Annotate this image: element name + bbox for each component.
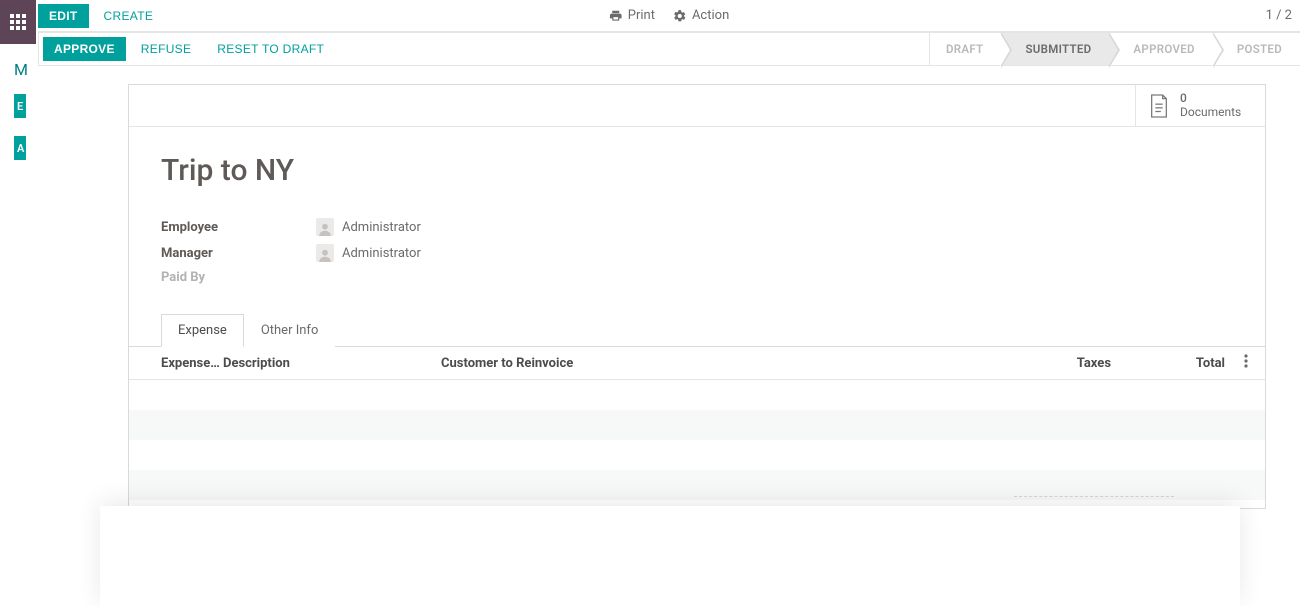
apps-grid-icon — [10, 14, 26, 30]
print-button[interactable]: Print — [609, 8, 655, 23]
status-draft[interactable]: DRAFT — [929, 33, 1001, 65]
record-title: Trip to NY — [161, 153, 1233, 188]
tab-bar: Expense Other Info — [129, 313, 1265, 347]
apps-launcher[interactable] — [0, 0, 36, 44]
refuse-button[interactable]: REFUSE — [130, 37, 202, 61]
col-total[interactable]: Total — [1111, 356, 1239, 371]
col-customer[interactable]: Customer to Reinvoice — [441, 356, 911, 371]
columns-menu[interactable] — [1239, 354, 1253, 372]
manager-label: Manager — [161, 246, 316, 261]
manager-value[interactable]: Administrator — [316, 244, 421, 262]
form-sheet: 0 Documents Trip to NY Employee Administ… — [128, 84, 1266, 509]
dashed-divider — [1014, 496, 1174, 497]
kebab-icon — [1244, 354, 1248, 368]
status-approved[interactable]: APPROVED — [1109, 33, 1212, 65]
table-row[interactable] — [129, 440, 1265, 470]
table-body — [129, 380, 1265, 500]
documents-button[interactable]: 0 Documents — [1135, 85, 1265, 126]
print-label: Print — [628, 8, 655, 23]
status-submitted[interactable]: SUBMITTED — [1001, 33, 1109, 65]
create-button[interactable]: CREATE — [93, 4, 165, 28]
edit-button[interactable]: EDIT — [38, 4, 89, 28]
employee-value[interactable]: Administrator — [316, 218, 421, 236]
action-button[interactable]: Action — [673, 8, 729, 23]
documents-label: Documents — [1180, 106, 1241, 120]
reset-to-draft-button[interactable]: RESET TO DRAFT — [206, 37, 335, 61]
table-row[interactable] — [129, 410, 1265, 440]
status-posted[interactable]: POSTED — [1213, 33, 1300, 65]
col-expense-date[interactable]: Expense Date — [161, 356, 223, 371]
status-bar: DRAFT SUBMITTED APPROVED POSTED — [929, 33, 1300, 65]
button-box: 0 Documents — [129, 85, 1265, 127]
paidby-label: Paid By — [161, 270, 316, 285]
left-remnant-badge-2: A — [14, 136, 26, 160]
print-icon — [609, 9, 623, 23]
manager-name: Administrator — [342, 246, 421, 261]
action-label: Action — [692, 8, 729, 23]
left-remnant-letter: M — [14, 60, 28, 79]
tab-other-info[interactable]: Other Info — [244, 314, 336, 347]
col-description[interactable]: Description — [223, 356, 441, 371]
table-row[interactable] — [129, 380, 1265, 410]
col-taxes[interactable]: Taxes — [911, 356, 1111, 371]
control-toolbar: EDIT CREATE Print Action 1 / 2 — [38, 0, 1300, 32]
attachment-panel — [100, 506, 1240, 606]
documents-count: 0 — [1180, 92, 1241, 106]
employee-label: Employee — [161, 220, 316, 235]
left-remnant-badge-1: E — [14, 94, 26, 118]
avatar-icon — [316, 218, 334, 236]
table-header: Expense Date Description Customer to Rei… — [129, 347, 1265, 380]
workflow-toolbar: APPROVE REFUSE RESET TO DRAFT DRAFT SUBM… — [38, 32, 1300, 66]
avatar-icon — [316, 244, 334, 262]
employee-name: Administrator — [342, 220, 421, 235]
pager[interactable]: 1 / 2 — [1266, 8, 1292, 23]
approve-button[interactable]: APPROVE — [43, 37, 126, 61]
gear-icon — [673, 9, 687, 23]
tab-expense[interactable]: Expense — [161, 314, 244, 347]
document-icon — [1148, 93, 1170, 119]
